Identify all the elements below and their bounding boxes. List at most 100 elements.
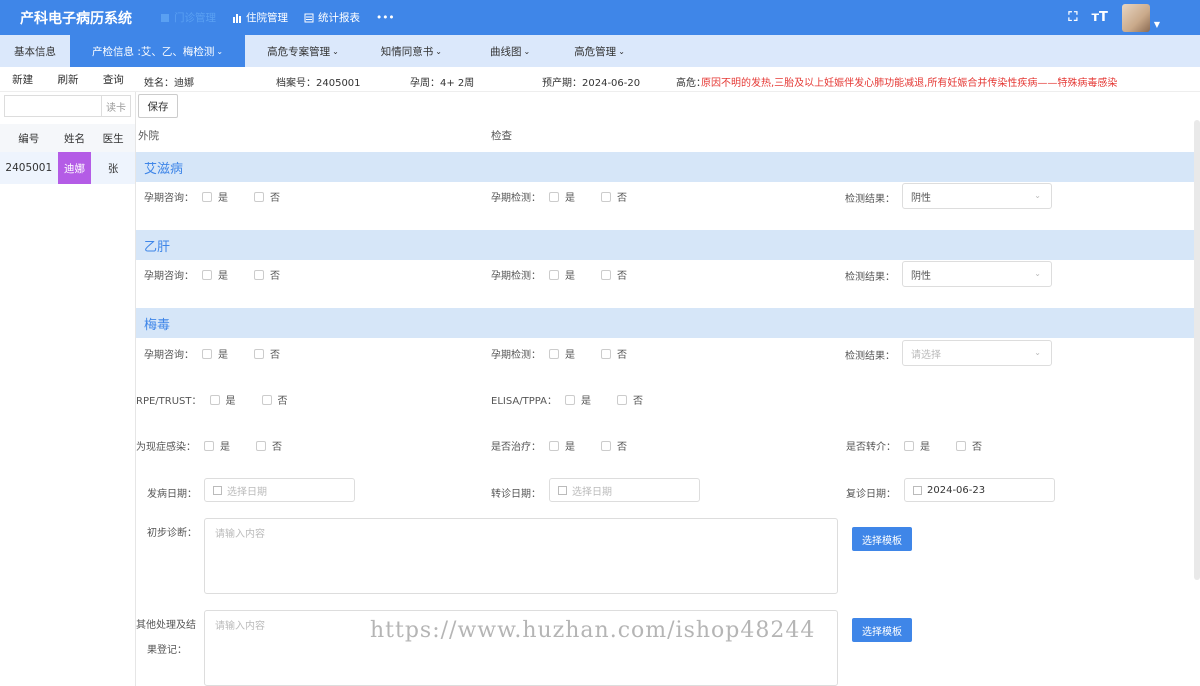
tab-curve-chart[interactable]: 曲线图 ⌄ bbox=[476, 35, 544, 67]
module-tabs: 基本信息 产检信息 :艾、乙、梅检测 ⌄ 高危专案管理 ⌄ 知情同意书 ⌄ 曲线图 ⌄ … bbox=[0, 35, 1200, 67]
app-title: 产科电子病历系统 bbox=[20, 10, 132, 27]
watermark: https://www.huzhan.com/ishop48244 bbox=[370, 618, 816, 643]
tab-consent[interactable]: 知情同意书 ⌄ bbox=[367, 35, 456, 67]
patient-list-panel: 读卡 编号 姓名 医生 2405001 迪娜 张 bbox=[0, 92, 136, 686]
list-actions: 新建 刷新 查询 bbox=[0, 72, 136, 87]
clipboard-icon bbox=[161, 13, 169, 22]
checkbox[interactable] bbox=[601, 191, 611, 202]
review-date-label: 复诊日期： bbox=[846, 489, 896, 500]
query-button[interactable]: 查询 bbox=[103, 72, 124, 87]
section-hiv: 艾滋病 bbox=[136, 152, 1200, 182]
avatar[interactable] bbox=[1121, 3, 1150, 32]
current-infection-field: 为现症感染： 是 否 bbox=[136, 440, 282, 453]
checkbox[interactable] bbox=[202, 348, 212, 359]
elisa-tppa-field: ELISA/TPPA： 是 否 bbox=[491, 394, 643, 407]
diagnosis-label: 初步诊断： bbox=[147, 528, 197, 539]
rpe-trust-field: RPE/TRUST： 是 否 bbox=[136, 394, 288, 407]
nav-outpatient[interactable]: 门诊管理 bbox=[160, 10, 216, 25]
main-form: 保存 外院 检查 艾滋病 孕期咨询： 是 否 孕期检测： 是 否 检测结果： 阴… bbox=[136, 92, 1200, 686]
vertical-scrollbar[interactable] bbox=[1194, 120, 1200, 580]
hbv-result-label: 检测结果： bbox=[845, 272, 895, 283]
high-risk-reason: 原因不明的发热,三胎及以上妊娠伴发心肺功能减退,所有妊娠合并传染性疾病——特殊病… bbox=[701, 78, 1121, 89]
due-date: 预产期：2024-06-20 bbox=[542, 78, 641, 89]
checkbox[interactable] bbox=[956, 440, 966, 451]
hiv-result-label: 检测结果： bbox=[845, 194, 895, 205]
hbv-test-field: 孕期检测： 是 否 bbox=[491, 269, 627, 282]
chevron-down-icon: ⌄ bbox=[1034, 269, 1041, 278]
refresh-button[interactable]: 刷新 bbox=[57, 72, 78, 87]
hiv-consult-field: 孕期咨询： 是 否 bbox=[144, 191, 280, 204]
treated-field: 是否治疗： 是 否 bbox=[491, 440, 627, 453]
checkbox[interactable] bbox=[549, 191, 559, 202]
transfer-date-picker[interactable]: 选择日期 bbox=[549, 478, 700, 502]
checkbox[interactable] bbox=[904, 440, 914, 451]
checkbox[interactable] bbox=[601, 440, 611, 451]
fullscreen-icon[interactable]: ⛶ bbox=[1068, 10, 1077, 25]
chevron-down-icon[interactable]: ▼ bbox=[1154, 20, 1160, 29]
calendar-icon bbox=[558, 485, 567, 495]
chevron-down-icon: ⌄ bbox=[435, 46, 442, 56]
checkbox[interactable] bbox=[564, 394, 575, 405]
column-check: 检查 bbox=[491, 130, 512, 142]
tab-high-risk-case[interactable]: 高危专案管理 ⌄ bbox=[253, 35, 353, 67]
font-size-icon[interactable]: ᴛT bbox=[1091, 10, 1107, 25]
referred-field: 是否转介： 是 否 bbox=[846, 440, 982, 453]
checkbox[interactable] bbox=[601, 348, 611, 359]
syphilis-result-label: 检测结果： bbox=[845, 351, 895, 362]
checkbox[interactable] bbox=[549, 348, 559, 359]
checkbox[interactable] bbox=[601, 269, 611, 280]
chevron-down-icon: ⌄ bbox=[1034, 348, 1041, 357]
diagnosis-textarea[interactable]: 请输入内容 bbox=[204, 518, 838, 594]
checkbox[interactable] bbox=[254, 269, 264, 280]
top-nav: 门诊管理 住院管理 统计报表 ••• bbox=[160, 10, 395, 25]
onset-date-picker[interactable]: 选择日期 bbox=[204, 478, 355, 502]
checkbox[interactable] bbox=[261, 394, 272, 405]
checkbox[interactable] bbox=[254, 348, 264, 359]
bar-chart-icon bbox=[233, 13, 241, 23]
checkbox[interactable] bbox=[202, 191, 212, 202]
hiv-result-select[interactable]: 阴性 ⌄ bbox=[902, 183, 1052, 209]
chevron-down-icon: ⌄ bbox=[216, 46, 224, 56]
card-input[interactable] bbox=[4, 95, 101, 117]
chevron-down-icon: ⌄ bbox=[332, 46, 339, 56]
other-template-button[interactable]: 选择模板 bbox=[852, 618, 912, 642]
syphilis-result-select[interactable]: 请选择 ⌄ bbox=[902, 340, 1052, 366]
review-date-picker[interactable]: 2024-06-23 bbox=[904, 478, 1055, 502]
diagnosis-template-button[interactable]: 选择模板 bbox=[852, 527, 912, 551]
syphilis-test-field: 孕期检测： 是 否 bbox=[491, 348, 627, 361]
checkbox[interactable] bbox=[254, 191, 264, 202]
read-card-button[interactable]: 读卡 bbox=[101, 95, 131, 117]
table-row[interactable]: 2405001 迪娜 张 bbox=[0, 152, 135, 184]
syphilis-consult-field: 孕期咨询： 是 否 bbox=[144, 348, 280, 361]
patient-info-bar: 新建 刷新 查询 姓名：迪娜 档案号：2405001 孕周：4+ 2周 预产期：… bbox=[0, 67, 1200, 92]
nav-reports[interactable]: 统计报表 bbox=[304, 10, 360, 25]
checkbox[interactable] bbox=[204, 440, 214, 451]
hbv-result-select[interactable]: 阴性 ⌄ bbox=[902, 261, 1052, 287]
list-icon bbox=[304, 13, 314, 22]
save-button[interactable]: 保存 bbox=[138, 94, 178, 118]
column-outside-hospital: 外院 bbox=[138, 130, 159, 142]
patient-name: 姓名：迪娜 bbox=[144, 78, 194, 89]
tab-high-risk-mgmt[interactable]: 高危管理 ⌄ bbox=[560, 35, 639, 67]
other-handling-label-1: 其他处理及结 bbox=[136, 620, 196, 631]
checkbox[interactable] bbox=[616, 394, 627, 405]
chevron-down-icon: ⌄ bbox=[1034, 191, 1041, 200]
nav-inpatient[interactable]: 住院管理 bbox=[232, 10, 288, 25]
patient-table-header: 编号 姓名 医生 bbox=[0, 124, 135, 152]
nav-more[interactable]: ••• bbox=[376, 12, 395, 24]
checkbox[interactable] bbox=[209, 394, 220, 405]
hiv-test-field: 孕期检测： 是 否 bbox=[491, 191, 627, 204]
chevron-down-icon: ⌄ bbox=[618, 46, 625, 56]
section-syphilis: 梅毒 bbox=[136, 308, 1200, 338]
calendar-icon bbox=[213, 485, 222, 495]
checkbox[interactable] bbox=[549, 269, 559, 280]
checkbox[interactable] bbox=[256, 440, 266, 451]
tab-prenatal-check[interactable]: 产检信息 :艾、乙、梅检测 ⌄ bbox=[70, 35, 246, 67]
top-header: 产科电子病历系统 门诊管理 住院管理 统计报表 ••• ⛶ ᴛT ▼ bbox=[0, 0, 1200, 35]
file-number: 档案号：2405001 bbox=[276, 78, 361, 89]
checkbox[interactable] bbox=[202, 269, 212, 280]
checkbox[interactable] bbox=[549, 440, 559, 451]
onset-date-label: 发病日期： bbox=[147, 489, 197, 500]
tab-basic-info[interactable]: 基本信息 bbox=[0, 35, 70, 67]
new-button[interactable]: 新建 bbox=[12, 72, 33, 87]
